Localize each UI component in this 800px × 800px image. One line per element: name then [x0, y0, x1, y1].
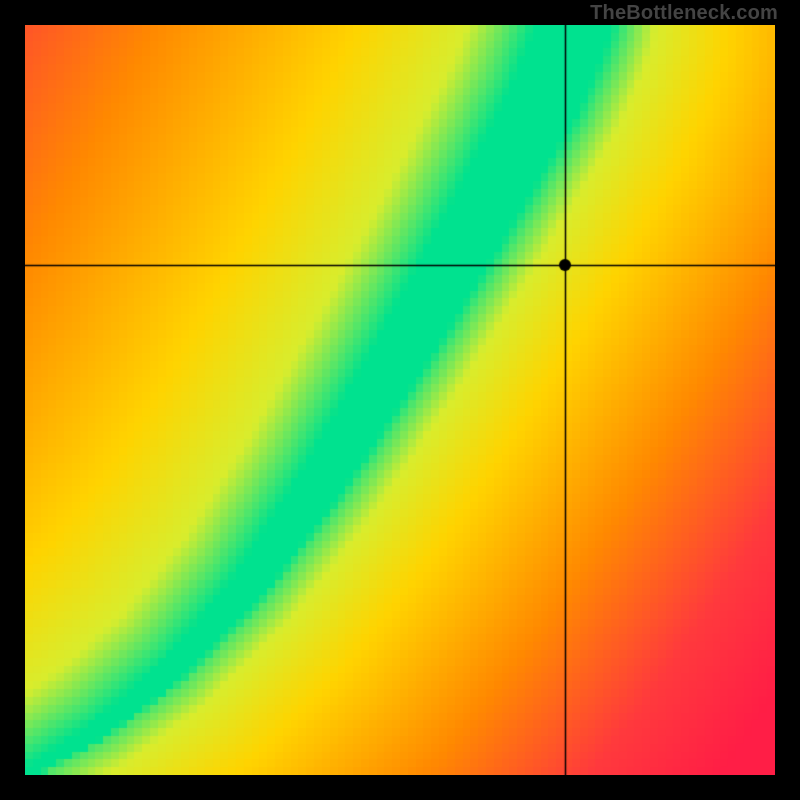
chart-frame: TheBottleneck.com [0, 0, 800, 800]
heatmap-plot [25, 25, 775, 775]
watermark-text: TheBottleneck.com [590, 2, 778, 25]
heatmap-canvas [25, 25, 775, 775]
